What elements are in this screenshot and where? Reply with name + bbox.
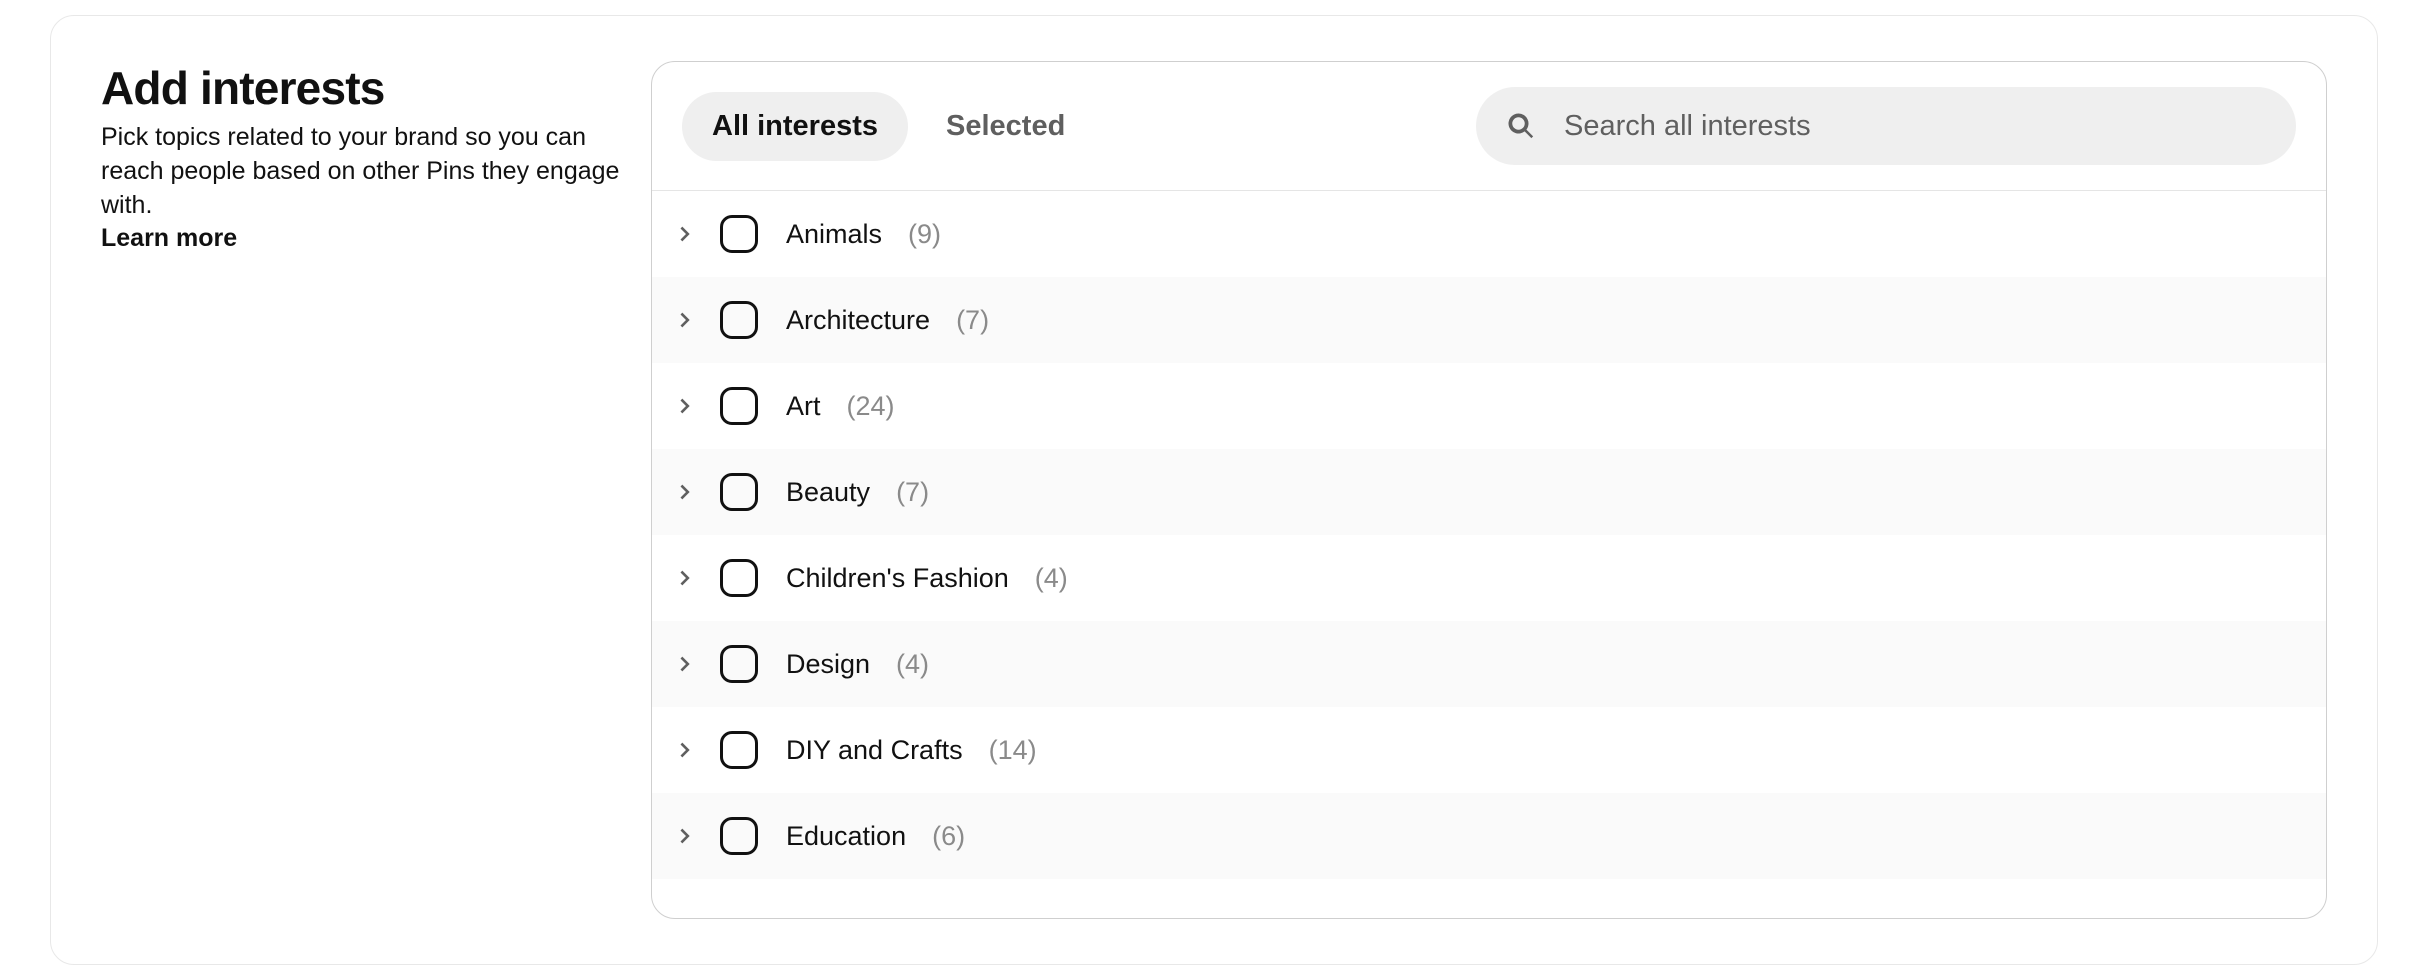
chevron-right-icon bbox=[675, 309, 697, 331]
expand-toggle[interactable] bbox=[670, 304, 702, 336]
interest-count: (9) bbox=[908, 219, 941, 250]
interest-label: Animals bbox=[786, 219, 882, 250]
interest-count: (14) bbox=[989, 735, 1037, 766]
list-item: Architecture (7) bbox=[652, 277, 2326, 363]
interest-count: (24) bbox=[847, 391, 895, 422]
list-item: Beauty (7) bbox=[652, 449, 2326, 535]
interest-label: Architecture bbox=[786, 305, 930, 336]
expand-toggle[interactable] bbox=[670, 820, 702, 852]
left-panel: Add interests Pick topics related to you… bbox=[101, 61, 621, 919]
expand-toggle[interactable] bbox=[670, 390, 702, 422]
interest-count: (7) bbox=[956, 305, 989, 336]
interest-checkbox[interactable] bbox=[720, 817, 758, 855]
expand-toggle[interactable] bbox=[670, 734, 702, 766]
interest-checkbox[interactable] bbox=[720, 301, 758, 339]
list-item: Education (6) bbox=[652, 793, 2326, 879]
chevron-right-icon bbox=[675, 481, 697, 503]
chevron-right-icon bbox=[675, 223, 697, 245]
interest-label: Art bbox=[786, 391, 821, 422]
panel-header: All interests Selected bbox=[652, 62, 2326, 191]
add-interests-container: Add interests Pick topics related to you… bbox=[50, 15, 2378, 965]
interest-count: (7) bbox=[896, 477, 929, 508]
expand-toggle[interactable] bbox=[670, 218, 702, 250]
list-item: Animals (9) bbox=[652, 191, 2326, 277]
expand-toggle[interactable] bbox=[670, 648, 702, 680]
list-item: Design (4) bbox=[652, 621, 2326, 707]
chevron-right-icon bbox=[675, 395, 697, 417]
interest-count: (4) bbox=[896, 649, 929, 680]
tab-all-interests[interactable]: All interests bbox=[682, 92, 908, 161]
interest-label: Education bbox=[786, 821, 906, 852]
interest-label: Design bbox=[786, 649, 870, 680]
chevron-right-icon bbox=[675, 567, 697, 589]
list-item: Children's Fashion (4) bbox=[652, 535, 2326, 621]
search-icon bbox=[1506, 111, 1536, 141]
expand-toggle[interactable] bbox=[670, 476, 702, 508]
interest-list[interactable]: Animals (9) Architecture (7) Art (24) bbox=[652, 191, 2326, 918]
interest-checkbox[interactable] bbox=[720, 473, 758, 511]
expand-toggle[interactable] bbox=[670, 562, 702, 594]
list-item: DIY and Crafts (14) bbox=[652, 707, 2326, 793]
interest-checkbox[interactable] bbox=[720, 215, 758, 253]
interest-label: Children's Fashion bbox=[786, 563, 1009, 594]
interest-checkbox[interactable] bbox=[720, 731, 758, 769]
page-title: Add interests bbox=[101, 61, 621, 115]
interest-label: DIY and Crafts bbox=[786, 735, 963, 766]
chevron-right-icon bbox=[675, 825, 697, 847]
interest-checkbox[interactable] bbox=[720, 559, 758, 597]
interests-panel: All interests Selected Animals (9) bbox=[651, 61, 2327, 919]
interest-checkbox[interactable] bbox=[720, 387, 758, 425]
interest-label: Beauty bbox=[786, 477, 870, 508]
chevron-right-icon bbox=[675, 739, 697, 761]
tabs: All interests Selected bbox=[682, 92, 1095, 161]
page-description: Pick topics related to your brand so you… bbox=[101, 121, 621, 222]
search-input[interactable] bbox=[1564, 110, 2266, 143]
interest-checkbox[interactable] bbox=[720, 645, 758, 683]
list-item: Art (24) bbox=[652, 363, 2326, 449]
interest-count: (4) bbox=[1035, 563, 1068, 594]
learn-more-link[interactable]: Learn more bbox=[101, 224, 237, 252]
search-box[interactable] bbox=[1476, 87, 2296, 165]
tab-selected[interactable]: Selected bbox=[916, 92, 1095, 161]
chevron-right-icon bbox=[675, 653, 697, 675]
interest-count: (6) bbox=[932, 821, 965, 852]
